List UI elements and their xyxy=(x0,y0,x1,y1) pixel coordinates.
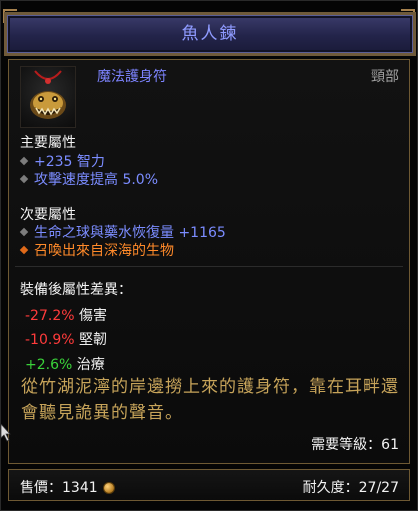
item-title: 魚人鍊 xyxy=(181,24,239,44)
difference-label: 堅韌 xyxy=(78,332,107,348)
difference-label: 傷害 xyxy=(78,308,107,324)
item-tooltip: 魚人鍊 魔法護身符 頸部 主要屬性 +235 智力 攻擊速度提高 5.0% 次要… xyxy=(0,0,418,511)
tooltip-footer: 售價：1341 耐久度：27/27 xyxy=(8,469,410,501)
fishman-amulet-icon xyxy=(30,70,66,119)
sell-price-value: 1341 xyxy=(62,480,98,496)
stat-difference-title: 裝備後屬性差異： xyxy=(20,282,132,298)
mouse-cursor-icon xyxy=(1,424,11,442)
durability-label: 耐久度： xyxy=(302,480,359,496)
secondary-stat-text: 召喚出來自深海的生物 xyxy=(34,243,174,259)
sell-price-label: 售價： xyxy=(20,480,62,496)
item-icon-frame xyxy=(20,66,76,128)
primary-stat: +235 智力 xyxy=(19,151,105,171)
primary-stat-text: 攻擊速度提高 5.0% xyxy=(34,172,159,188)
flavor-text: 從竹湖泥濘的岸邊撈上來的護身符，靠在耳畔還會聽見詭異的聲音。 xyxy=(21,377,399,423)
difference-value: -10.9% xyxy=(25,332,75,348)
stat-bullet-icon xyxy=(19,156,29,166)
stat-difference-row: -10.9% 堅韌 xyxy=(25,329,107,349)
section-divider xyxy=(15,266,403,267)
sell-price: 售價：1341 xyxy=(20,477,114,497)
secondary-stat: 生命之球與藥水恢復量 +1165 xyxy=(19,222,226,242)
durability-value: 27/27 xyxy=(358,480,399,496)
primary-stat-text: +235 智力 xyxy=(34,154,105,170)
gold-coin-icon xyxy=(103,483,114,493)
item-details-panel: 魔法護身符 頸部 主要屬性 +235 智力 攻擊速度提高 5.0% 次要屬性 生… xyxy=(8,59,410,464)
stat-difference-row: +2.6% 治療 xyxy=(25,354,105,374)
secondary-stat-legendary: 召喚出來自深海的生物 xyxy=(19,240,174,260)
stat-difference-row: -27.2% 傷害 xyxy=(25,305,107,325)
difference-label: 治療 xyxy=(76,357,105,373)
secondary-stats-title: 次要屬性 xyxy=(20,207,76,223)
durability: 耐久度：27/27 xyxy=(303,477,399,497)
primary-stats-title: 主要屬性 xyxy=(20,135,76,151)
tooltip-header: 魚人鍊 xyxy=(7,15,413,53)
primary-stat: 攻擊速度提高 5.0% xyxy=(19,169,159,189)
difference-value: -27.2% xyxy=(25,308,75,324)
item-slot: 頸部 xyxy=(371,69,399,85)
item-type-name: 魔法護身符 xyxy=(97,69,167,85)
stat-bullet-icon xyxy=(19,245,29,255)
stat-bullet-icon xyxy=(19,227,29,237)
difference-value: +2.6% xyxy=(25,357,73,373)
secondary-stat-text: 生命之球與藥水恢復量 +1165 xyxy=(34,225,226,241)
stat-bullet-icon xyxy=(19,174,29,184)
level-requirement: 需要等級：61 xyxy=(311,437,399,453)
